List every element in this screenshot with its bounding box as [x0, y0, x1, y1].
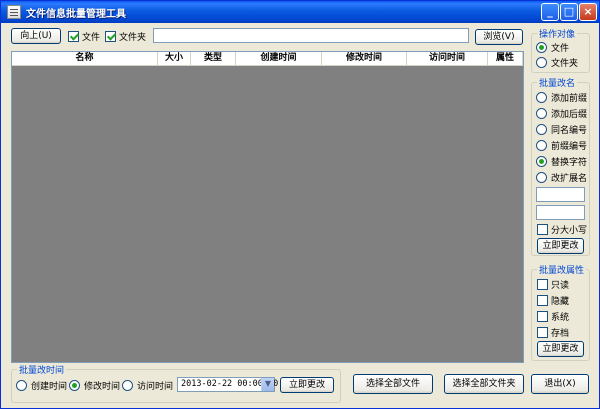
radio-same-name-number[interactable]	[536, 124, 547, 135]
title-bar[interactable]: 文件信息批量管理工具 _ □ ×	[1, 1, 599, 23]
time-apply-button[interactable]: 立即更改	[280, 377, 334, 393]
minimize-button[interactable]: _	[541, 3, 559, 21]
attr-archive-checkbox[interactable]: 存档	[537, 326, 569, 339]
radio-accessed-time[interactable]	[122, 380, 133, 391]
archive-box[interactable]	[537, 327, 548, 338]
radio-replace-chars[interactable]	[536, 156, 547, 167]
app-icon	[7, 5, 21, 19]
attr-hidden-checkbox[interactable]: 隐藏	[537, 294, 569, 307]
radio-label: 同名编号	[551, 126, 588, 136]
browse-button[interactable]: 浏览(V)	[475, 29, 523, 45]
radio-label: 改扩展名	[551, 174, 588, 184]
rename-apply-button[interactable]: 立即更改	[537, 238, 584, 254]
radio-change-extension[interactable]	[536, 172, 547, 183]
chevron-down-icon[interactable]: ▼	[261, 378, 274, 391]
column-header-name[interactable]: 名称	[12, 52, 158, 65]
file-check-label: 文件	[82, 33, 101, 43]
window-title: 文件信息批量管理工具	[26, 9, 126, 20]
column-header-size[interactable]: 大小	[158, 52, 191, 65]
list-header: 名称 大小 类型 创建时间 修改时间 访问时间 属性	[12, 52, 523, 66]
rename-group-title: 批量改名	[537, 76, 578, 89]
file-list[interactable]: 名称 大小 类型 创建时间 修改时间 访问时间 属性	[11, 51, 524, 363]
rename-option-add-suffix[interactable]: 添加后缀	[536, 107, 587, 120]
radio-target-file[interactable]	[536, 42, 547, 53]
file-checkbox[interactable]: 文件	[68, 30, 100, 43]
column-header-type[interactable]: 类型	[191, 52, 236, 65]
path-input[interactable]	[153, 28, 469, 43]
main-window: 文件信息批量管理工具 _ □ × 向上(U) 文件 文件夹 浏览(V) 名称 大…	[0, 0, 600, 409]
radio-prefix-number[interactable]	[536, 140, 547, 151]
readonly-label: 只读	[551, 281, 570, 291]
exit-button[interactable]: 退出(X)	[531, 374, 589, 394]
time-group-title: 批量改时间	[17, 363, 67, 376]
attribute-group-title: 批量改属性	[537, 263, 587, 276]
hidden-label: 隐藏	[551, 297, 570, 307]
radio-add-prefix[interactable]	[536, 92, 547, 103]
rename-option-replace-chars[interactable]: 替换字符	[536, 155, 587, 168]
column-header-attributes[interactable]: 属性	[488, 52, 523, 65]
datetime-picker[interactable]: 2013-02-22 00:00:00 ▼	[177, 377, 278, 392]
case-sensitive-checkbox[interactable]: 分大小写	[537, 223, 587, 236]
radio-label: 创建时间	[31, 382, 68, 392]
attr-readonly-checkbox[interactable]: 只读	[537, 278, 569, 291]
up-button[interactable]: 向上(U)	[11, 28, 61, 44]
folder-check-box[interactable]	[105, 31, 116, 42]
time-option-accessed[interactable]: 访问时间	[122, 379, 173, 392]
rename-option-same-name-number[interactable]: 同名编号	[536, 123, 587, 136]
radio-label: 访问时间	[137, 382, 174, 392]
select-all-folders-button[interactable]: 选择全部文件夹	[444, 374, 524, 394]
radio-label: 替换字符	[551, 158, 588, 168]
radio-label: 添加后缀	[551, 110, 588, 120]
readonly-box[interactable]	[537, 279, 548, 290]
attr-system-checkbox[interactable]: 系统	[537, 310, 569, 323]
target-option-folder[interactable]: 文件夹	[536, 56, 578, 69]
target-group: 操作对像 文件 文件夹	[531, 27, 590, 73]
folder-check-label: 文件夹	[119, 33, 147, 43]
rename-group: 批量改名 添加前缀 添加后缀 同名编号 前缀编号 替换字符 改扩展名 分大小写 …	[531, 76, 590, 256]
folder-checkbox[interactable]: 文件夹	[105, 30, 146, 43]
system-label: 系统	[551, 313, 570, 323]
case-sensitive-box[interactable]	[537, 224, 548, 235]
time-option-modified[interactable]: 修改时间	[69, 379, 120, 392]
rename-option-change-extension[interactable]: 改扩展名	[536, 171, 587, 184]
column-header-modified[interactable]: 修改时间	[322, 52, 407, 65]
maximize-button[interactable]: □	[560, 3, 578, 21]
select-all-files-button[interactable]: 选择全部文件	[353, 374, 433, 394]
rename-input-1[interactable]	[536, 187, 585, 202]
column-header-accessed[interactable]: 访问时间	[407, 52, 488, 65]
radio-label: 前缀编号	[551, 142, 588, 152]
radio-add-suffix[interactable]	[536, 108, 547, 119]
attribute-group: 批量改属性 只读 隐藏 系统 存档 立即更改	[531, 263, 590, 361]
close-button[interactable]: ×	[579, 3, 597, 21]
time-group: 批量改时间 创建时间 修改时间 访问时间 2013-02-22 00:00:00…	[11, 363, 341, 403]
attr-apply-button[interactable]: 立即更改	[537, 341, 584, 357]
radio-modified-time[interactable]	[69, 380, 80, 391]
radio-target-folder[interactable]	[536, 57, 547, 68]
column-header-created[interactable]: 创建时间	[236, 52, 322, 65]
time-option-created[interactable]: 创建时间	[16, 379, 67, 392]
system-box[interactable]	[537, 311, 548, 322]
radio-label: 文件	[551, 44, 570, 54]
hidden-box[interactable]	[537, 295, 548, 306]
case-sensitive-label: 分大小写	[551, 226, 588, 236]
file-check-box[interactable]	[68, 31, 79, 42]
radio-created-time[interactable]	[16, 380, 27, 391]
rename-option-add-prefix[interactable]: 添加前缀	[536, 91, 587, 104]
target-group-title: 操作对像	[537, 27, 578, 40]
archive-label: 存档	[551, 329, 570, 339]
rename-input-2[interactable]	[536, 205, 585, 220]
target-option-file[interactable]: 文件	[536, 41, 569, 54]
rename-option-prefix-number[interactable]: 前缀编号	[536, 139, 587, 152]
radio-label: 修改时间	[84, 382, 121, 392]
radio-label: 添加前缀	[551, 94, 588, 104]
radio-label: 文件夹	[551, 59, 579, 69]
